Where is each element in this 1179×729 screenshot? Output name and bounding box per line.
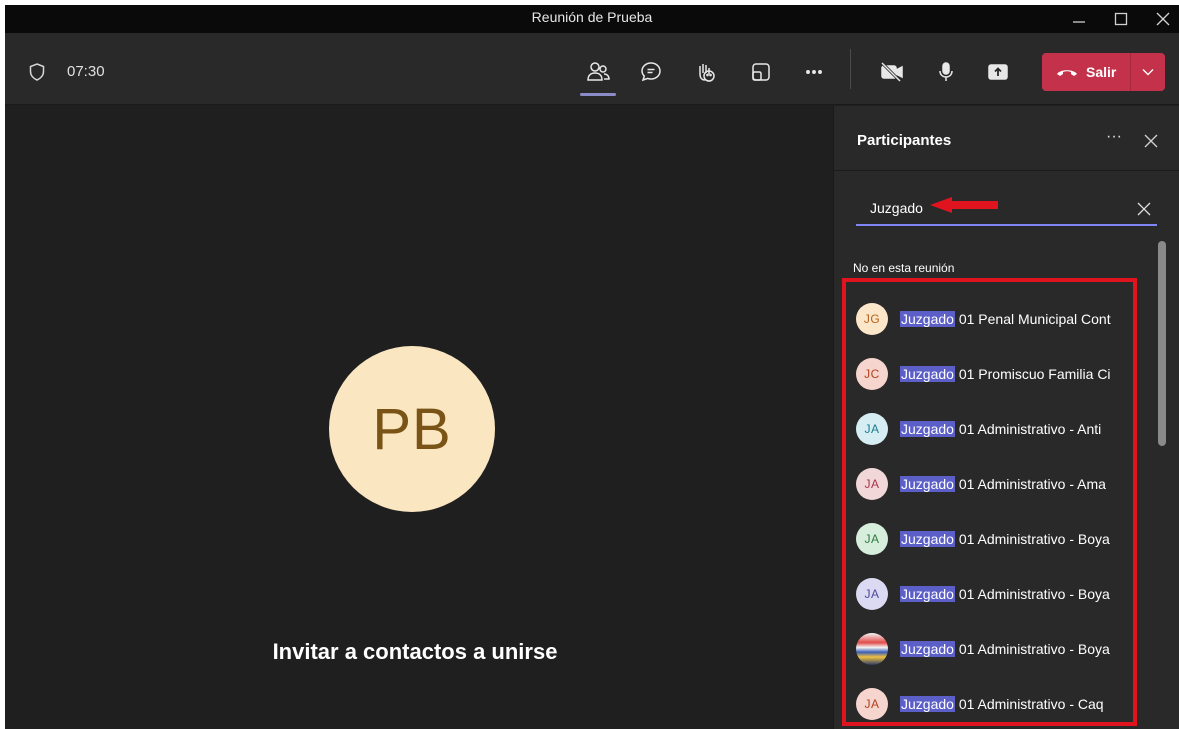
participant-name: Juzgado 01 Administrativo - Anti: [900, 421, 1101, 437]
leave-main-action[interactable]: Salir: [1042, 53, 1130, 91]
search-value: Juzgado: [870, 200, 923, 216]
participant-name: Juzgado 01 Promiscuo Familia Ci: [900, 366, 1111, 382]
hang-up-icon: [1057, 70, 1077, 76]
participant-list-item[interactable]: JA Juzgado 01 Administrativo - Ama: [856, 462, 1136, 506]
chevron-down-icon: [1142, 69, 1154, 76]
participant-list-item[interactable]: JG Juzgado 01 Penal Municipal Cont: [856, 297, 1136, 341]
meeting-timer: 07:30: [67, 63, 105, 80]
shield-icon: [29, 63, 45, 81]
search-match-highlight: Juzgado: [900, 476, 955, 492]
participant-list-item[interactable]: JA Juzgado 01 Administrativo - Boya: [856, 517, 1136, 561]
rooms-button[interactable]: [744, 55, 778, 89]
avatar: JA: [856, 578, 888, 610]
more-actions-button[interactable]: [797, 55, 831, 89]
close-icon: [1144, 134, 1158, 148]
minimize-icon: [1073, 21, 1085, 23]
people-icon: [587, 62, 610, 81]
avatar: JG: [856, 303, 888, 335]
participant-name: Juzgado 01 Administrativo - Boya: [900, 641, 1110, 657]
meeting-toolbar: 07:30 Salir: [5, 33, 1179, 105]
participant-name: Juzgado 01 Administrativo - Boya: [900, 586, 1110, 602]
participants-panel: Participantes ··· Juzgado No en esta reu…: [833, 106, 1179, 729]
participant-list-item[interactable]: JA Juzgado 01 Administrativo - Boya: [856, 572, 1136, 616]
participant-name-rest: 01 Administrativo - Boya: [954, 531, 1110, 547]
camera-button[interactable]: [875, 55, 909, 89]
search-match-highlight: Juzgado: [900, 696, 955, 712]
panel-close-button[interactable]: [1140, 130, 1162, 152]
participant-name-rest: 01 Penal Municipal Cont: [954, 311, 1111, 327]
participant-name-rest: 01 Administrativo - Ama: [954, 476, 1106, 492]
panel-title: Participantes: [857, 132, 952, 149]
avatar-photo: [856, 633, 888, 665]
search-match-highlight: Juzgado: [900, 586, 955, 602]
participant-name-rest: 01 Administrativo - Boya: [954, 586, 1110, 602]
share-button[interactable]: [981, 55, 1015, 89]
leave-label: Salir: [1086, 64, 1117, 80]
search-match-highlight: Juzgado: [900, 641, 955, 657]
close-window-button[interactable]: [1143, 5, 1179, 33]
chat-icon: [641, 62, 661, 82]
participant-list-item[interactable]: Juzgado 01 Administrativo - Boya: [856, 627, 1136, 671]
participant-list-item[interactable]: JC Juzgado 01 Promiscuo Familia Ci: [856, 352, 1136, 396]
participant-name: Juzgado 01 Administrativo - Ama: [900, 476, 1106, 492]
minimize-button[interactable]: [1059, 5, 1099, 33]
avatar: JA: [856, 523, 888, 555]
search-match-highlight: Juzgado: [900, 531, 955, 547]
panel-more-button[interactable]: ···: [1100, 128, 1128, 152]
search-match-highlight: Juzgado: [900, 421, 955, 437]
close-icon: [1156, 12, 1170, 26]
share-screen-icon: [988, 64, 1008, 80]
avatar: JA: [856, 413, 888, 445]
window-title: Reunión de Prueba: [531, 9, 653, 25]
participants-button[interactable]: [581, 55, 615, 89]
more-icon: [806, 70, 822, 74]
annotation-arrow-icon: [930, 197, 998, 213]
chat-button[interactable]: [634, 55, 668, 89]
participant-name-rest: 01 Administrativo - Boya: [954, 641, 1110, 657]
panel-divider: [834, 170, 1179, 171]
avatar: JA: [856, 688, 888, 720]
section-label: No en esta reunión: [853, 261, 955, 275]
close-icon: [1137, 202, 1151, 216]
search-match-highlight: Juzgado: [900, 366, 955, 382]
title-bar: Reunión de Prueba: [5, 5, 1179, 33]
search-match-highlight: Juzgado: [900, 311, 955, 327]
participant-search-input[interactable]: Juzgado: [856, 192, 1157, 226]
maximize-icon: [1114, 12, 1128, 26]
leave-options-button[interactable]: [1131, 53, 1165, 91]
clear-search-button[interactable]: [1133, 198, 1155, 220]
avatar: JC: [856, 358, 888, 390]
active-tab-indicator: [580, 93, 616, 96]
participant-list-item[interactable]: JA Juzgado 01 Administrativo - Anti: [856, 407, 1136, 451]
breakout-rooms-icon: [752, 63, 770, 81]
meeting-window: Reunión de Prueba 07:30 Salir PB Invitar…: [5, 5, 1179, 729]
participant-name-rest: 01 Administrativo - Caq: [954, 696, 1104, 712]
participant-list-item[interactable]: JA Juzgado 01 Administrativo - Caq: [856, 682, 1136, 726]
leave-button[interactable]: Salir: [1042, 53, 1165, 91]
toolbar-separator: [850, 49, 851, 89]
maximize-button[interactable]: [1101, 5, 1141, 33]
avatar: JA: [856, 468, 888, 500]
reactions-button[interactable]: [688, 55, 722, 89]
participant-name: Juzgado 01 Administrativo - Caq: [900, 696, 1104, 712]
camera-off-icon: [880, 61, 903, 83]
avatar: PB: [329, 346, 495, 512]
participant-name-rest: 01 Promiscuo Familia Ci: [954, 366, 1111, 382]
participant-name: Juzgado 01 Penal Municipal Cont: [900, 311, 1111, 327]
meeting-stage: PB Invitar a contactos a unirse: [5, 106, 833, 729]
microphone-button[interactable]: [929, 55, 963, 89]
panel-scrollbar[interactable]: [1158, 241, 1166, 446]
participant-name-rest: 01 Administrativo - Anti: [954, 421, 1102, 437]
microphone-icon: [939, 62, 953, 81]
invite-contacts-text: Invitar a contactos a unirse: [272, 639, 558, 664]
raise-hand-icon: [699, 64, 715, 82]
participant-name: Juzgado 01 Administrativo - Boya: [900, 531, 1110, 547]
